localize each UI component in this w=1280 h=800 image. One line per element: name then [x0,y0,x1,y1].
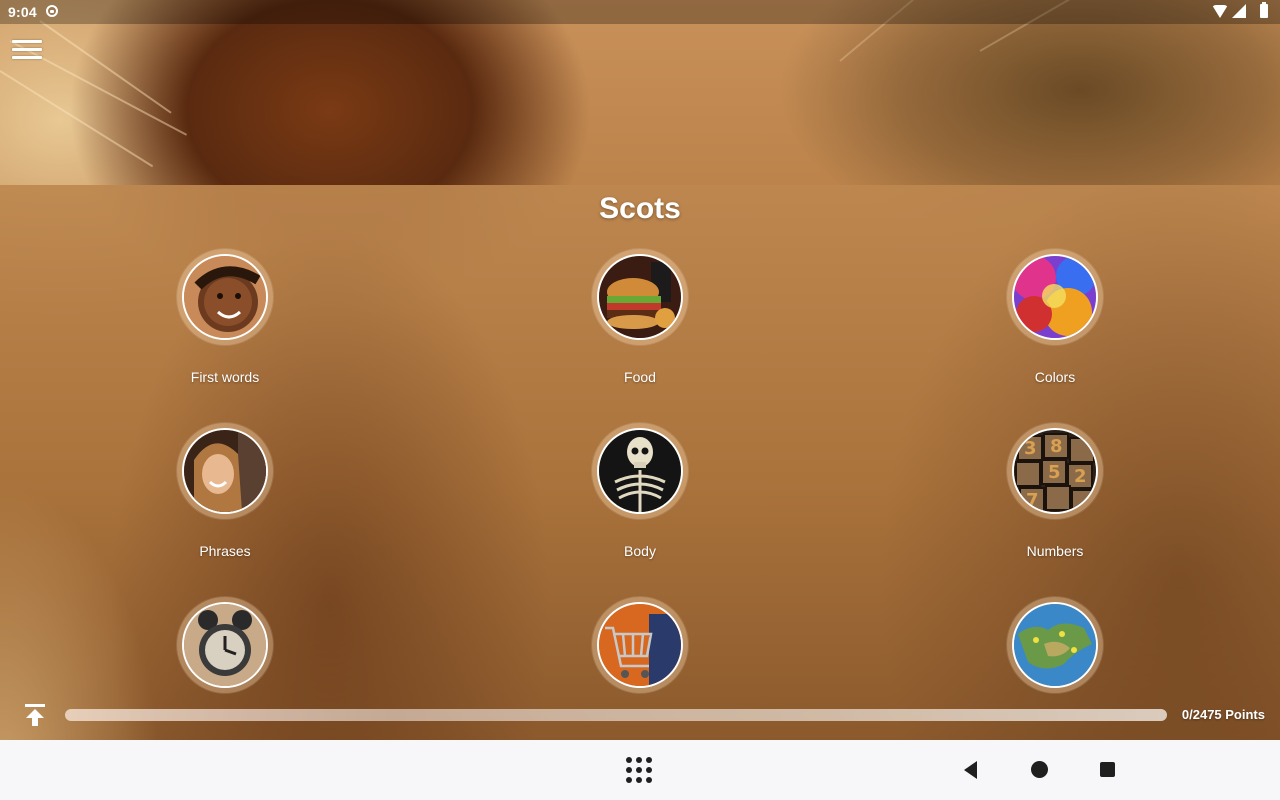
category-time[interactable] [125,597,325,747]
category-label: Phrases [199,543,251,559]
wifi-icon [1212,5,1228,18]
svg-text:2: 2 [1074,466,1087,487]
points-counter: 0/2475 Points [1181,707,1265,722]
status-time: 9:04 [8,4,37,20]
app-grid-icon[interactable] [624,755,654,785]
svg-text:3: 3 [1024,438,1037,459]
category-first-words[interactable]: First words [125,249,325,399]
category-numbers[interactable]: 38 52 7 Numbers [955,423,1155,573]
notification-app-icon [46,5,58,17]
category-label: Numbers [1026,543,1084,559]
category-label: Colors [1034,369,1076,385]
number-blocks-photo-icon: 38 52 7 [1012,428,1098,514]
back-icon[interactable] [960,759,982,781]
page-title: Scots [599,192,681,225]
status-icons [1208,2,1268,20]
recents-icon[interactable] [1100,762,1115,777]
home-icon[interactable] [1031,761,1048,778]
color-powder-photo-icon [1012,254,1098,340]
battery-icon [1260,2,1268,18]
category-label: Food [624,369,656,385]
svg-text:7: 7 [1026,490,1039,511]
points-progress-bar [65,709,1167,721]
scroll-to-top-icon[interactable] [22,702,48,728]
category-phrases[interactable]: Phrases [125,423,325,573]
menu-icon[interactable] [10,36,46,64]
svg-text:5: 5 [1048,462,1061,483]
category-shopping[interactable] [540,597,740,747]
alarm-clock-photo-icon [182,602,268,688]
status-bar: 9:04 [0,0,1280,24]
skeleton-photo-icon [597,428,683,514]
svg-text:8: 8 [1050,436,1063,457]
category-label: First words [190,369,260,385]
category-colors[interactable]: Colors [955,249,1155,399]
app-screen: 9:04 Scots First words Food Colors Phras… [0,0,1280,800]
shopping-cart-photo-icon [597,602,683,688]
burger-photo-icon [597,254,683,340]
child-face-photo-icon [182,254,268,340]
world-map-photo-icon [1012,602,1098,688]
cellular-signal-icon [1232,4,1246,18]
category-body[interactable]: Body [540,423,740,573]
category-countries[interactable] [955,597,1155,747]
system-navigation-bar [0,740,1280,800]
category-food[interactable]: Food [540,249,740,399]
category-label: Body [624,543,656,559]
woman-smiling-photo-icon [182,428,268,514]
